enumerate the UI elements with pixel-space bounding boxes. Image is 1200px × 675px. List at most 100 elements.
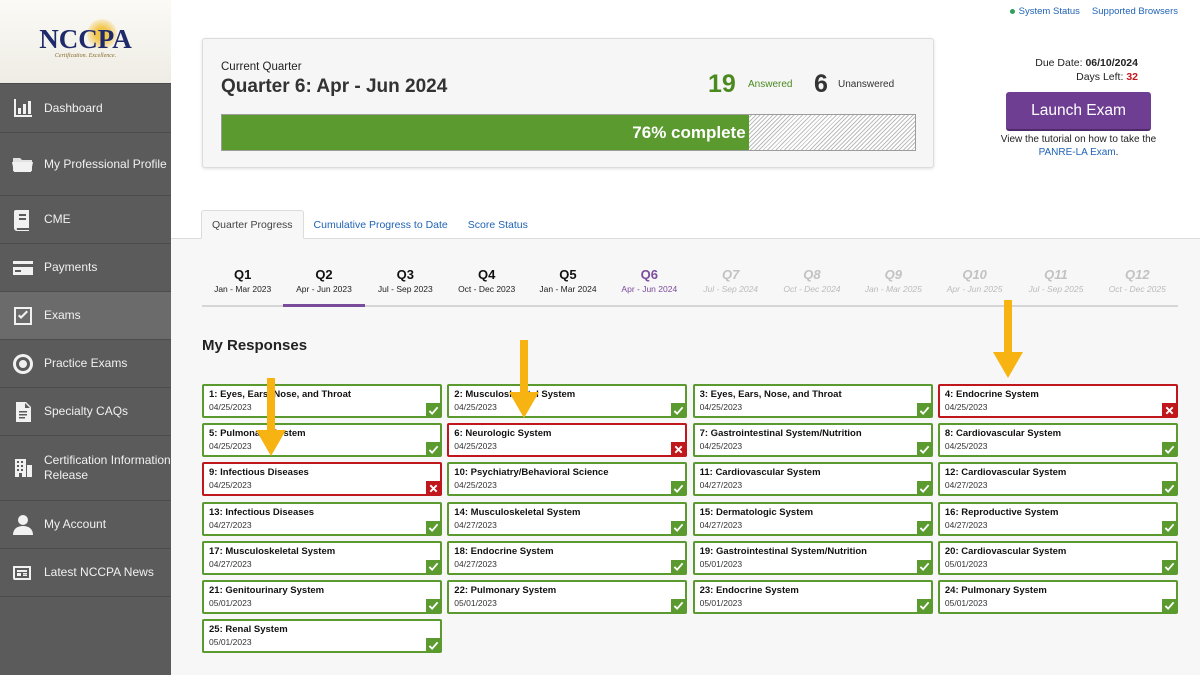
response-card[interactable]: 22: Pulmonary System 05/01/2023	[447, 579, 688, 614]
sidebar-item-latest-nccpa-news[interactable]: Latest NCCPA News	[0, 549, 171, 597]
logo-wordmark: NCCPA	[39, 19, 132, 55]
response-title: 18: Endocrine System	[454, 545, 554, 557]
sidebar: NCCPA Certification. Excellence. Dashboa…	[0, 0, 171, 675]
response-card[interactable]: 4: Endocrine System 04/25/2023	[937, 384, 1178, 418]
chart-icon	[10, 95, 36, 121]
sidebar-item-label: My Account	[44, 517, 107, 531]
user-icon	[10, 512, 36, 538]
response-title: 6: Neurologic System	[454, 428, 552, 440]
quarter-name: Q12	[1124, 267, 1150, 282]
response-card[interactable]: 12: Cardiovascular System 04/27/2023	[937, 462, 1178, 497]
sidebar-item-specialty-caqs[interactable]: Specialty CAQs	[0, 388, 171, 436]
panre-la-tutorial-link[interactable]: PANRE-LA Exam	[1039, 147, 1116, 158]
annotation-arrow-icon	[509, 340, 539, 418]
response-card[interactable]: 5: Pulmonary System 04/25/2023	[202, 423, 442, 458]
unanswered-label: Unanswered	[838, 79, 895, 90]
due-date-row: Due Date: 06/10/2024	[1035, 56, 1138, 70]
system-status-label: System Status	[1018, 6, 1080, 17]
launch-exam-button[interactable]: Launch Exam	[1006, 92, 1151, 131]
response-card[interactable]: 17: Musculoskeletal System 04/27/2023	[202, 540, 442, 575]
check-icon	[916, 481, 932, 496]
tab-score-status[interactable]: Score Status	[458, 210, 538, 239]
response-card[interactable]: 19: Gastrointestinal System/Nutrition 05/…	[692, 540, 933, 575]
sidebar-item-practice-exams[interactable]: Practice Exams	[0, 340, 171, 388]
response-date: 04/25/2023	[209, 402, 252, 412]
quarter-q4[interactable]: Q4 Oct - Dec 2023	[446, 265, 527, 305]
sidebar-item-dashboard[interactable]: Dashboard	[0, 84, 171, 133]
response-date: 05/01/2023	[699, 558, 743, 569]
tab-quarter-progress[interactable]: Quarter Progress	[201, 210, 304, 239]
quarter-q1[interactable]: Q1 Jan - Mar 2023	[202, 265, 283, 305]
response-title: 24: Pulmonary System	[944, 584, 1047, 596]
response-card[interactable]: 25: Renal System 05/01/2023	[202, 619, 442, 654]
response-title: 21: Genitourinary System	[209, 584, 325, 596]
sidebar-item-label: My Professional Profile	[44, 156, 167, 171]
sidebar-item-certification-information-release[interactable]: Certification Information Release	[0, 436, 171, 501]
response-date: 04/25/2023	[699, 441, 743, 452]
response-card[interactable]: 6: Neurologic System 04/25/2023	[447, 423, 688, 458]
response-card[interactable]: 23: Endocrine System 05/01/2023	[692, 579, 933, 614]
sidebar-item-cme[interactable]: CME	[0, 196, 171, 244]
response-card[interactable]: 24: Pulmonary System 05/01/2023	[937, 579, 1178, 614]
response-card[interactable]: 16: Reproductive System 04/27/2023	[937, 501, 1178, 536]
tutorial-text: View the tutorial on how to take the PAN…	[1000, 133, 1157, 159]
response-card[interactable]: 8: Cardiovascular System 04/25/2023	[937, 423, 1178, 458]
sidebar-item-my-professional-profile[interactable]: My Professional Profile	[0, 133, 171, 196]
annotation-arrow-icon	[256, 378, 286, 456]
response-card[interactable]: 11: Cardiovascular System 04/27/2023	[692, 462, 933, 497]
response-card[interactable]: 3: Eyes, Ears, Nose, and Throat 04/25/202…	[692, 384, 933, 418]
supported-browsers-link[interactable]: Supported Browsers	[1092, 6, 1178, 17]
days-left-row: Days Left: 32	[1035, 70, 1138, 84]
current-quarter-title: Quarter 6: Apr - Jun 2024	[221, 76, 448, 97]
quarter-q2[interactable]: Q2 Apr - Jun 2023	[283, 265, 365, 307]
system-status-link[interactable]: System Status	[1009, 6, 1080, 17]
newspaper-icon	[10, 560, 36, 586]
quarter-timeline: Q1 Jan - Mar 2023 Q2 Apr - Jun 2023 Q3 Jul - …	[202, 265, 1178, 307]
x-icon	[426, 481, 441, 496]
response-card[interactable]: 14: Musculoskeletal System 04/27/2023	[447, 501, 688, 536]
logo-text: NCCPA	[39, 24, 132, 54]
sidebar-item-label: Dashboard	[44, 100, 103, 115]
check-icon	[671, 520, 687, 535]
response-date: 04/25/2023	[454, 441, 497, 452]
quarter-dates: Jul - Sep 2025	[1028, 284, 1084, 294]
nccpa-logo[interactable]: NCCPA Certification. Excellence.	[0, 0, 171, 84]
quarter-dates: Oct - Dec 2024	[783, 284, 841, 294]
document-icon	[10, 399, 36, 425]
check-icon	[916, 598, 932, 613]
sidebar-item-label: Certification Information Release	[44, 453, 171, 482]
sidebar-item-label: Specialty CAQs	[44, 404, 129, 418]
quarter-q6[interactable]: Q6 Apr - Jun 2024	[609, 265, 690, 305]
response-card[interactable]: 1: Eyes, Ears, Nose, and Throat 04/25/202…	[202, 384, 442, 418]
response-card[interactable]: 7: Gastrointestinal System/Nutrition 04/2…	[692, 423, 933, 458]
quarter-name: Q3	[396, 267, 414, 282]
response-card[interactable]: 13: Infectious Diseases 04/27/2023	[202, 501, 442, 536]
response-card[interactable]: 21: Genitourinary System 05/01/2023	[202, 579, 442, 614]
quarter-q5[interactable]: Q5 Jan - Mar 2024	[527, 265, 608, 305]
quarter-name: Q5	[559, 267, 577, 282]
quarter-dates: Jan - Mar 2023	[214, 284, 272, 294]
response-card[interactable]: 15: Dermatologic System 04/27/2023	[692, 501, 933, 536]
sidebar-item-payments[interactable]: Payments	[0, 244, 171, 292]
response-card[interactable]: 10: Psychiatry/Behavioral Science 04/25/2…	[447, 462, 688, 497]
due-date-value: 06/10/2024	[1085, 57, 1138, 69]
response-card[interactable]: 9: Infectious Diseases 04/25/2023	[202, 462, 442, 497]
response-card[interactable]: 20: Cardiovascular System 05/01/2023	[937, 540, 1178, 575]
quarter-dates: Jul - Sep 2024	[703, 284, 759, 294]
quarter-dates: Apr - Jun 2024	[621, 284, 678, 294]
check-icon	[426, 442, 441, 457]
sidebar-item-exams[interactable]: Exams	[0, 292, 171, 340]
check-icon	[671, 559, 687, 574]
tab-cumulative-progress-to-date[interactable]: Cumulative Progress to Date	[304, 210, 458, 239]
quarter-q3[interactable]: Q3 Jul - Sep 2023	[365, 265, 446, 305]
quarter-q8: Q8 Oct - Dec 2024	[771, 265, 852, 305]
book-icon	[10, 207, 36, 233]
app-root: NCCPA Certification. Excellence. Dashboa…	[0, 0, 1200, 675]
tutorial-suffix: .	[1115, 147, 1119, 158]
response-card[interactable]: 2: Musculoskeletal System 04/25/2023	[447, 384, 688, 418]
check-icon	[1161, 559, 1177, 574]
sidebar-item-my-account[interactable]: My Account	[0, 501, 171, 549]
x-icon	[671, 442, 687, 457]
response-card[interactable]: 18: Endocrine System 04/27/2023	[447, 540, 688, 575]
sidebar-item-label: Exams	[44, 308, 81, 322]
